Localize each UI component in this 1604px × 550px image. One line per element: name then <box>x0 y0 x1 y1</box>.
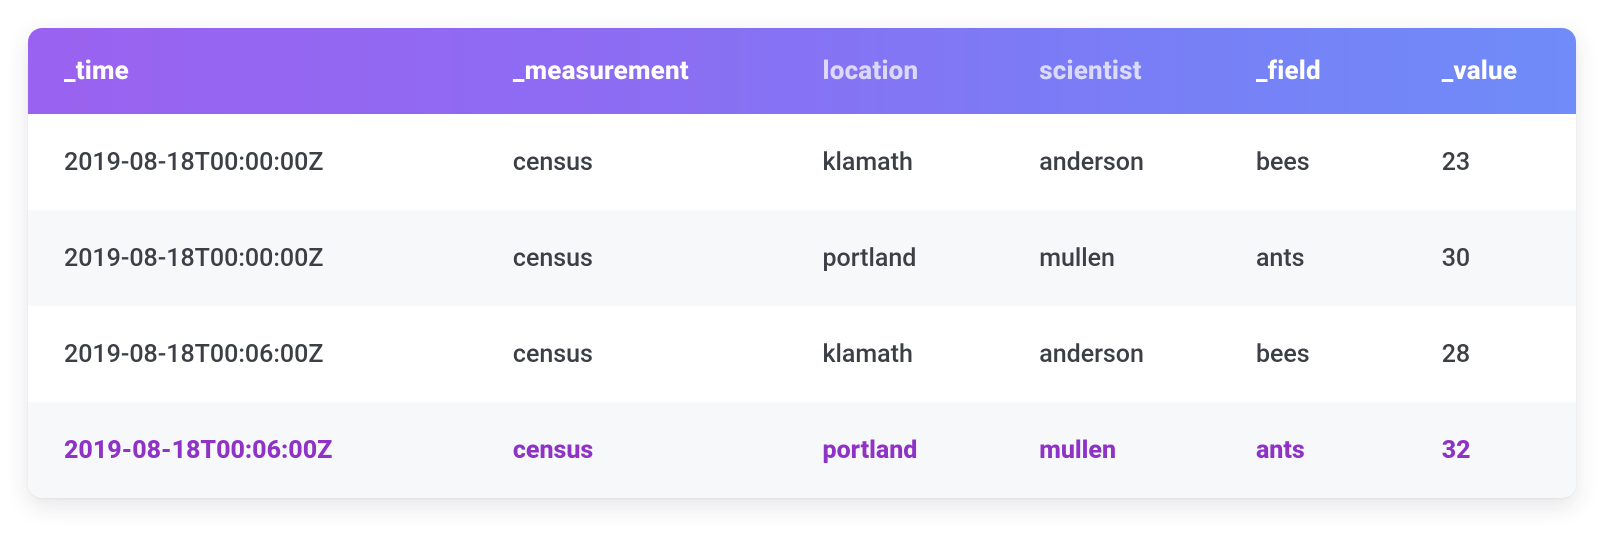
cell-scientist: mullen <box>1003 402 1220 498</box>
data-table: _time _measurement location scientist _f… <box>28 28 1576 498</box>
table-header: _time _measurement location scientist _f… <box>28 28 1576 114</box>
cell-value: 30 <box>1406 210 1576 306</box>
table-row: 2019-08-18T00:00:00Z census portland mul… <box>28 210 1576 306</box>
col-header-scientist: scientist <box>1003 28 1220 114</box>
cell-location: klamath <box>787 114 1004 210</box>
cell-value: 28 <box>1406 306 1576 402</box>
cell-measurement: census <box>477 114 787 210</box>
col-header-value: _value <box>1406 28 1576 114</box>
cell-time: 2019-08-18T00:06:00Z <box>28 402 477 498</box>
cell-measurement: census <box>477 210 787 306</box>
col-header-time: _time <box>28 28 477 114</box>
col-header-field: _field <box>1220 28 1406 114</box>
cell-time: 2019-08-18T00:06:00Z <box>28 306 477 402</box>
table-row: 2019-08-18T00:06:00Z census klamath ande… <box>28 306 1576 402</box>
col-header-measurement: _measurement <box>477 28 787 114</box>
table-row: 2019-08-18T00:06:00Z census portland mul… <box>28 402 1576 498</box>
cell-field: bees <box>1220 306 1406 402</box>
cell-value: 23 <box>1406 114 1576 210</box>
cell-field: ants <box>1220 210 1406 306</box>
cell-scientist: anderson <box>1003 306 1220 402</box>
table-row: 2019-08-18T00:00:00Z census klamath ande… <box>28 114 1576 210</box>
col-header-location: location <box>787 28 1004 114</box>
cell-location: klamath <box>787 306 1004 402</box>
table-body: 2019-08-18T00:00:00Z census klamath ande… <box>28 114 1576 498</box>
cell-location: portland <box>787 210 1004 306</box>
cell-location: portland <box>787 402 1004 498</box>
cell-field: ants <box>1220 402 1406 498</box>
cell-time: 2019-08-18T00:00:00Z <box>28 210 477 306</box>
data-table-card: _time _measurement location scientist _f… <box>28 28 1576 498</box>
cell-measurement: census <box>477 402 787 498</box>
cell-time: 2019-08-18T00:00:00Z <box>28 114 477 210</box>
cell-scientist: mullen <box>1003 210 1220 306</box>
cell-value: 32 <box>1406 402 1576 498</box>
cell-field: bees <box>1220 114 1406 210</box>
cell-measurement: census <box>477 306 787 402</box>
cell-scientist: anderson <box>1003 114 1220 210</box>
